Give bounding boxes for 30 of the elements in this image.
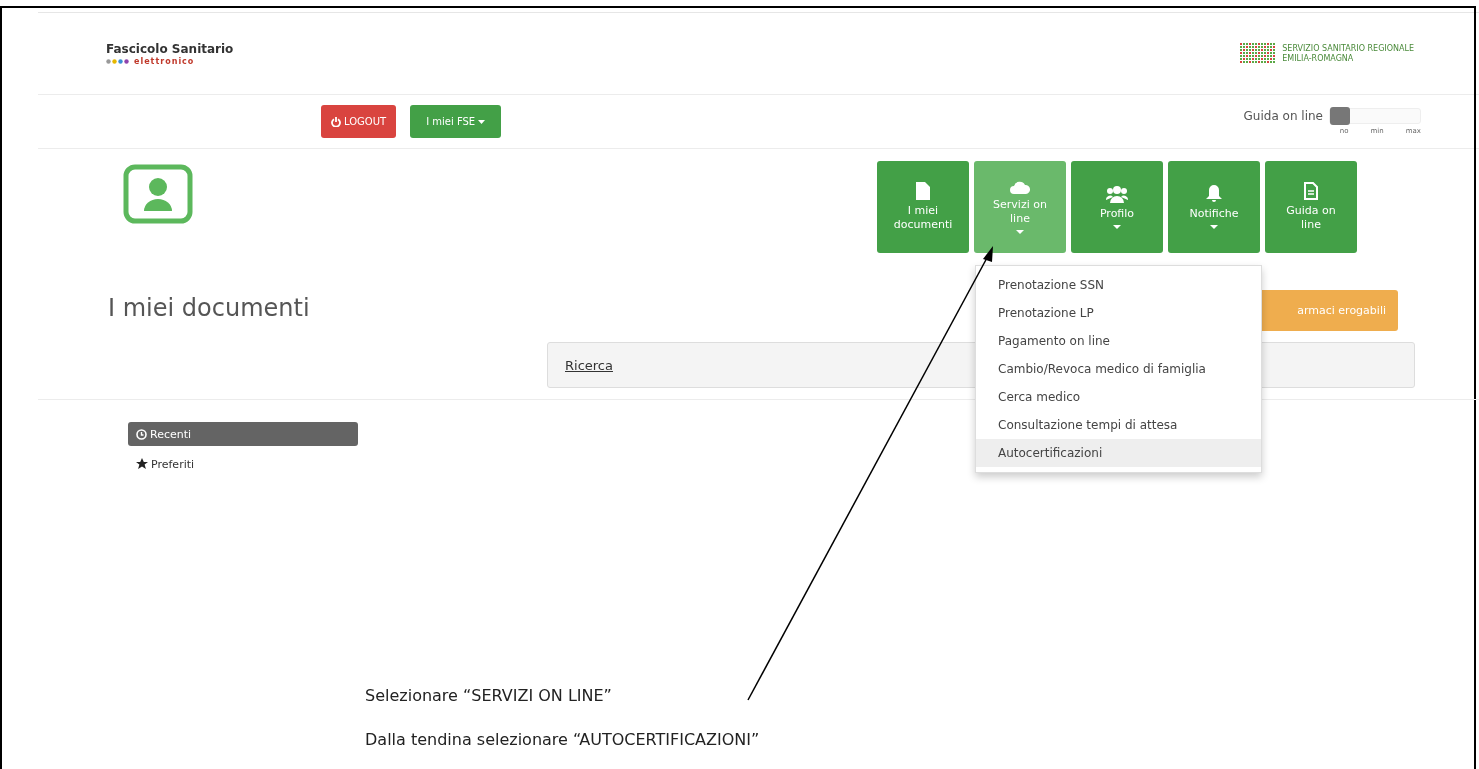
users-icon [1106, 185, 1128, 203]
logout-button[interactable]: LOGOUT [321, 105, 397, 138]
instruction-text: Dalla tendina selezionare “AUTOCERTIFICAZIONI” [365, 730, 760, 749]
caret-icon [478, 119, 486, 124]
page-title: I miei documenti [108, 294, 310, 322]
document-icon [1304, 182, 1318, 200]
file-icon [916, 182, 930, 200]
region-logo-text: EMILIA-ROMAGNA [1282, 53, 1355, 64]
power-icon [331, 116, 341, 127]
logo-subtitle: elettronico [134, 56, 195, 66]
star-icon [136, 458, 148, 470]
dot-grid-icon [1240, 42, 1277, 65]
dropdown-item[interactable]: Cerca medico [976, 383, 1261, 411]
clock-icon [136, 428, 147, 440]
bell-icon [1206, 185, 1222, 203]
sidebar-item[interactable]: Preferiti [128, 452, 358, 476]
instruction-text: Selezionare “SERVIZI ON LINE” [365, 686, 613, 705]
region-logo-text: SERVIZIO SANITARIO REGIONALE [1282, 43, 1414, 54]
dropdown-item[interactable]: Autocertificazioni [976, 439, 1261, 467]
guide-label: Guida on line [1243, 109, 1323, 123]
sidebar-item[interactable]: Recenti [128, 422, 358, 446]
dropdown-item[interactable]: Consultazione tempi di attesa [976, 411, 1261, 439]
guide-slider[interactable] [1329, 108, 1421, 124]
search-link[interactable]: Ricerca [565, 357, 613, 373]
logo-title: Fascicolo Sanitario [106, 41, 234, 56]
dots-icon [106, 58, 132, 64]
dropdown-item[interactable]: Cambio/Revoca medico di famiglia [976, 355, 1261, 383]
cloud-icon [1010, 180, 1030, 194]
slider-thumb[interactable] [1330, 107, 1350, 125]
user-icon [123, 164, 193, 224]
